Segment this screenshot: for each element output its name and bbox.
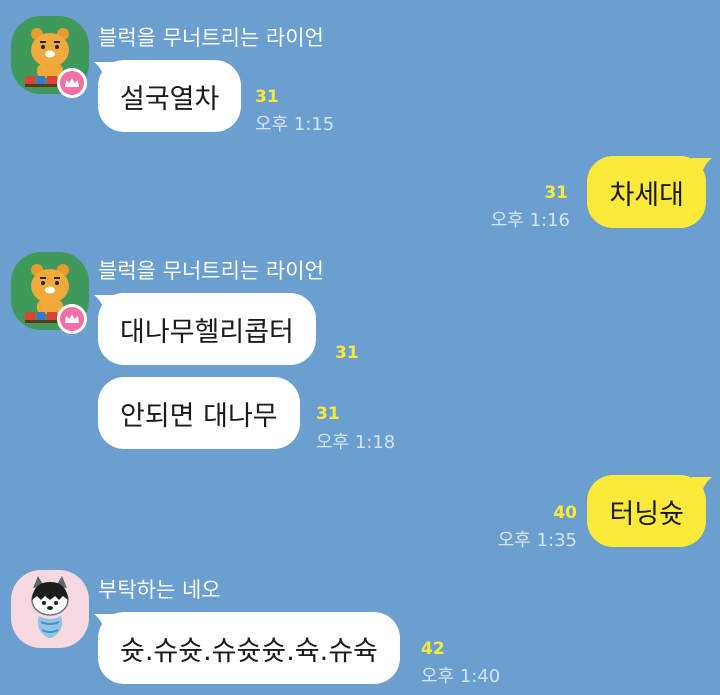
crown-badge-icon	[57, 304, 87, 334]
unread-count: 31	[255, 87, 279, 107]
message-time: 오후 1:35	[497, 530, 577, 551]
avatar[interactable]	[11, 16, 89, 98]
avatar[interactable]	[11, 570, 89, 648]
bubble-tail	[692, 477, 712, 497]
bubble-tail	[692, 158, 712, 178]
message-bubble[interactable]: 터닝슛	[587, 475, 706, 547]
unread-count: 31	[544, 183, 568, 203]
unread-count: 40	[553, 503, 577, 523]
message-bubble[interactable]: 슛.슈슛.슈슛슛.슉.슈슉	[98, 612, 400, 684]
crown-badge-icon	[57, 68, 87, 98]
sender-name: 부탁하는 네오	[98, 578, 221, 602]
unread-count: 31	[335, 343, 359, 363]
message-time: 오후 1:18	[316, 432, 396, 453]
sender-name: 블럭을 무너트리는 라이언	[98, 259, 324, 283]
unread-count: 31	[316, 404, 340, 424]
message-bubble[interactable]: 안되면 대나무	[98, 377, 300, 449]
message-time: 오후 1:40	[421, 666, 501, 687]
avatar[interactable]	[11, 252, 89, 334]
message-time: 오후 1:15	[255, 114, 335, 135]
message-bubble[interactable]: 대나무헬리콥터	[98, 293, 316, 365]
neo-character-icon	[11, 570, 89, 648]
sender-name: 블럭을 무너트리는 라이언	[98, 26, 324, 50]
message-bubble[interactable]: 설국열차	[98, 60, 242, 132]
message-time: 오후 1:16	[490, 210, 570, 231]
unread-count: 42	[421, 639, 445, 659]
chat-window: 블럭을 무너트리는 라이언 설국열차 31 오후 1:15 31 오후 1:16…	[0, 0, 720, 695]
message-bubble[interactable]: 차세대	[587, 156, 706, 228]
